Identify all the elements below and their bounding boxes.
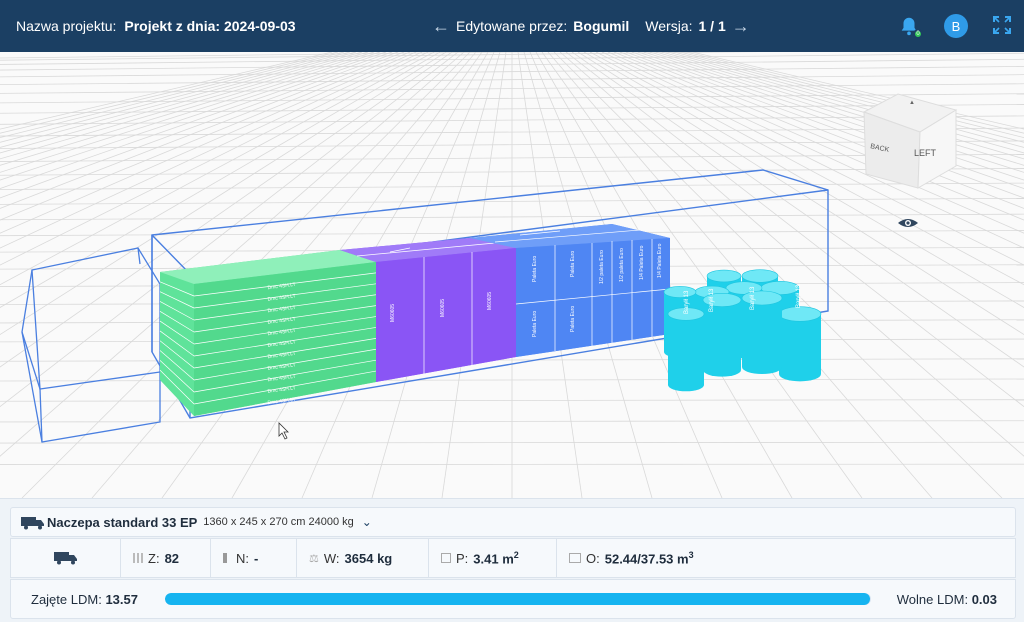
ldm-free-value: 0.03 bbox=[971, 591, 997, 607]
barrel-top bbox=[741, 290, 783, 306]
grid-line bbox=[0, 441, 1024, 444]
user-avatar[interactable]: B bbox=[944, 14, 968, 38]
barrel-top bbox=[741, 269, 779, 283]
stat-z-label: Z: bbox=[148, 550, 160, 566]
bar-icon bbox=[223, 553, 231, 563]
version-navigator: ← Edytowane przez: Bogumil Wersja: 1 / 1… bbox=[432, 0, 750, 52]
barrel bbox=[667, 307, 705, 392]
stat-z-value: 82 bbox=[164, 550, 180, 566]
stat-vehicle bbox=[11, 539, 121, 577]
barrel-label-1: Baryłł 13 bbox=[684, 290, 690, 314]
bottom-info-panel: Naczepa standard 33 EP 1360 x 245 x 270 … bbox=[0, 498, 1024, 622]
stat-o: O: 52.44/37.53 m3 bbox=[557, 539, 727, 577]
weight-icon: ⚖ bbox=[309, 552, 319, 565]
stat-z: Z: 82 bbox=[121, 539, 211, 577]
blue-label-2: Paleta Euro bbox=[570, 251, 576, 277]
barrel-label-2: Baryłł 13 bbox=[709, 288, 715, 312]
barrel-body bbox=[779, 314, 821, 382]
mouse-cursor-icon bbox=[278, 422, 289, 440]
ldm-used-label: Zajęte LDM: bbox=[31, 591, 102, 607]
chevron-down-icon[interactable]: ⌄ bbox=[362, 515, 372, 529]
fullscreen-icon[interactable] bbox=[992, 15, 1012, 38]
stat-o-value: 52.44/37.53 m bbox=[604, 551, 689, 567]
purple-label-1: M60605 bbox=[390, 304, 396, 322]
blue-label-6: 1/2 paleta Euro bbox=[619, 248, 625, 282]
stat-o-label: O: bbox=[586, 550, 600, 566]
stat-p-label: P: bbox=[456, 550, 469, 566]
barrel bbox=[741, 290, 783, 374]
ldm-free: Wolne LDM: 0.03 bbox=[897, 592, 997, 607]
blue-label-5: 1/2 paleta Euro bbox=[599, 250, 605, 284]
load-stats: Z: 82 N: - ⚖ W: 3654 kg P: 3.41 m2 O: 52… bbox=[10, 538, 1016, 578]
cube-top-label: ▲ bbox=[909, 100, 915, 106]
volume-icon bbox=[569, 553, 581, 563]
ldm-used-value: 13.57 bbox=[105, 591, 138, 607]
barrel-body bbox=[668, 314, 704, 392]
version-label: Wersja: bbox=[645, 18, 693, 34]
blue-label-3: Paleta Euro bbox=[532, 311, 538, 337]
grid-line bbox=[691, 52, 1024, 130]
stat-n: N: - bbox=[211, 539, 297, 577]
3d-loading-viewport[interactable]: Dmc 4SH.LT Dmc 4SH.LT Dmc 4SH.LT Dmc 4SH.LT… bbox=[0, 52, 1024, 498]
blue-label-4: Paleta Euro bbox=[570, 306, 576, 332]
grid-icon bbox=[133, 553, 143, 563]
ldm-progress-fill bbox=[165, 593, 870, 605]
truck-icon bbox=[21, 517, 44, 530]
purple-label-3: M60605 bbox=[487, 292, 493, 310]
area-icon bbox=[441, 553, 451, 563]
barrel-body bbox=[742, 298, 782, 374]
ldm-used: Zajęte LDM: 13.57 bbox=[31, 592, 138, 607]
barrel bbox=[778, 306, 822, 382]
loading-scene[interactable]: Dmc 4SH.LTDmc 4SH.LTDmc 4SH.LTDmc 4SH.LT… bbox=[0, 52, 1024, 498]
vehicle-dimensions: 1360 x 245 x 270 cm 24000 kg bbox=[203, 516, 354, 528]
edited-by-label: Edytowane przez: bbox=[456, 18, 568, 34]
truck-icon bbox=[53, 552, 77, 565]
blue-label-1: Paleta Euro bbox=[532, 256, 538, 282]
stat-n-label: N: bbox=[236, 550, 249, 566]
vehicle-name: Naczepa standard 33 EP bbox=[47, 514, 198, 530]
stat-w-label: W: bbox=[323, 550, 340, 566]
barrel-top bbox=[706, 269, 742, 283]
vehicle-selector[interactable]: Naczepa standard 33 EP 1360 x 245 x 270 … bbox=[10, 507, 1016, 537]
ldm-free-label: Wolne LDM: bbox=[896, 591, 969, 607]
top-bar: Nazwa projektu: Projekt z dnia: 2024-09-… bbox=[0, 0, 1024, 52]
stat-n-value: - bbox=[254, 550, 259, 566]
prev-version-arrow-icon[interactable]: ← bbox=[432, 16, 450, 37]
stat-p-value: 3.41 m bbox=[473, 551, 514, 567]
view-navigation-cube[interactable]: ▲ LEFT BACK bbox=[862, 93, 958, 189]
barrel-label-3: Baryłł 13 bbox=[750, 286, 756, 310]
blue-label-8: 1/4 Paleta Euro bbox=[657, 243, 663, 278]
version-value: 1 / 1 bbox=[698, 18, 726, 34]
project-info: Nazwa projektu: Projekt z dnia: 2024-09-… bbox=[16, 0, 296, 52]
stat-w: ⚖ W: 3654 kg bbox=[297, 539, 429, 577]
next-version-arrow-icon[interactable]: → bbox=[732, 16, 750, 37]
ldm-bar: Zajęte LDM: 13.57 Wolne LDM: 0.03 bbox=[10, 579, 1016, 619]
blue-label-7: 1/4 Paleta Euro bbox=[639, 245, 645, 280]
edited-by-name: Bogumil bbox=[573, 18, 630, 34]
notifications-bell-icon[interactable]: 0 bbox=[898, 15, 923, 39]
cube-front-label[interactable]: LEFT bbox=[914, 148, 937, 158]
purple-label-2: M60605 bbox=[440, 299, 446, 317]
notification-badge: 0 bbox=[913, 29, 923, 39]
stat-p: P: 3.41 m2 bbox=[429, 539, 557, 577]
barrel-label-4: Baryłł 13 bbox=[796, 284, 802, 308]
ldm-progress-bar bbox=[165, 593, 871, 605]
project-name[interactable]: Projekt z dnia: 2024-09-03 bbox=[124, 18, 295, 34]
stat-w-value: 3654 kg bbox=[344, 550, 393, 566]
project-label: Nazwa projektu: bbox=[16, 18, 117, 34]
barrel-top bbox=[663, 286, 697, 298]
